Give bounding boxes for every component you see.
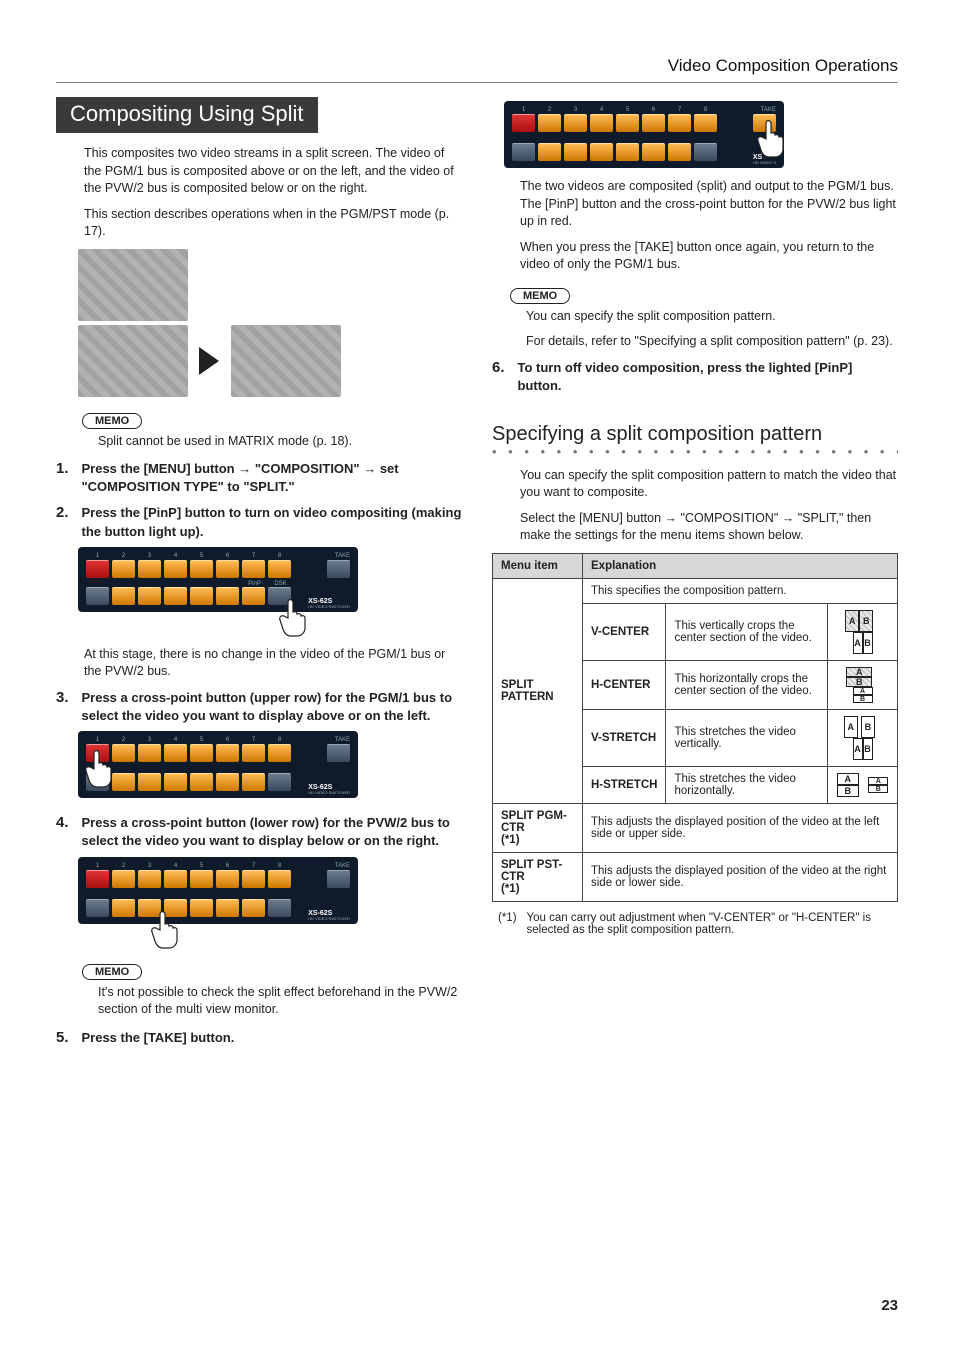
hand-pointer-icon <box>274 598 310 638</box>
switcher-figure-step3: 12345678TAKE XS-62SHD VIDEO SWITCHER <box>78 731 358 798</box>
after-take-1: The two videos are composited (split) an… <box>520 178 898 231</box>
step-4-text: Press a cross-point button (lower row) f… <box>81 814 461 850</box>
intro-para-1: This composites two video streams in a s… <box>84 145 462 198</box>
switcher-figure-step4: 12345678TAKE XS-62SHD VIDEO SWITCHER <box>78 857 358 924</box>
memo-text-3b: For details, refer to "Specifying a spli… <box>526 333 898 351</box>
h2-specifying-pattern: Specifying a split composition pattern <box>492 423 898 446</box>
split-example-figure <box>78 249 462 397</box>
th-menu-item: Menu item <box>493 553 583 578</box>
cell-hstretch-desc: This stretches the video horizontally. <box>666 766 828 803</box>
dotted-rule: • • • • • • • • • • • • • • • • • • • • … <box>492 444 898 459</box>
step-6-text: To turn off video composition, press the… <box>517 359 897 395</box>
step-number: 4. <box>56 814 78 831</box>
cell-pgm-desc: This adjusts the displayed position of t… <box>583 803 898 852</box>
vcenter-icon: AB AB <box>828 603 898 660</box>
spec-intro-1: You can specify the split composition pa… <box>520 467 898 502</box>
cell-pst-desc: This adjusts the displayed position of t… <box>583 852 898 901</box>
step-number: 6. <box>492 359 514 376</box>
step-2-text: Press the [PinP] button to turn on video… <box>81 504 461 540</box>
row-split-pst-ctr: SPLIT PST-CTR (*1) <box>493 852 583 901</box>
memo-badge: MEMO <box>82 413 142 429</box>
step-number: 2. <box>56 504 78 521</box>
step-3-text: Press a cross-point button (upper row) f… <box>81 689 461 725</box>
hand-pointer-icon <box>80 749 116 789</box>
cell-hstretch: H-STRETCH <box>583 766 666 803</box>
page-number: 23 <box>881 1297 898 1314</box>
memo-text-2: It's not possible to check the split eff… <box>56 984 462 1019</box>
row-split-pattern: SPLIT PATTERN <box>493 578 583 803</box>
step-5-text: Press the [TAKE] button. <box>81 1029 461 1047</box>
cell-vcenter: V-CENTER <box>583 603 666 660</box>
step-number: 1. <box>56 460 78 477</box>
spec-intro-2: Select the [MENU] button → "COMPOSITION"… <box>520 510 898 545</box>
cell-hcenter-desc: This horizontally crops the center secti… <box>666 660 828 709</box>
section-header: Video Composition Operations <box>56 56 898 83</box>
memo-text-1: Split cannot be used in MATRIX mode (p. … <box>56 433 462 451</box>
switcher-figure-step2: 12345678TAKE PinP DSK XS-62SHD VIDEO SWI… <box>78 547 358 612</box>
footnote: (*1) You can carry out adjustment when "… <box>492 912 898 936</box>
th-explanation: Explanation <box>583 553 898 578</box>
row-split-pgm-ctr: SPLIT PGM-CTR (*1) <box>493 803 583 852</box>
footnote-ref: (*1) <box>498 912 517 936</box>
hstretch-icon: A B A B <box>828 766 898 803</box>
footnote-text: You can carry out adjustment when "V-CEN… <box>527 912 898 936</box>
hcenter-icon: A B A B <box>828 660 898 709</box>
cell-vcenter-desc: This vertically crops the center section… <box>666 603 828 660</box>
step-number: 3. <box>56 689 78 706</box>
cell-hcenter: H-CENTER <box>583 660 666 709</box>
spec-comp-pattern-text: This specifies the composition pattern. <box>583 578 898 603</box>
memo-badge: MEMO <box>510 288 570 304</box>
h1-compositing-split: Compositing Using Split <box>56 97 318 133</box>
device-model-label: XS-62SHD VIDEO SWITCHER <box>308 598 350 609</box>
cell-vstretch-desc: This stretches the video vertically. <box>666 709 828 766</box>
vstretch-icon: A B AB <box>828 709 898 766</box>
hand-pointer-icon <box>146 910 182 950</box>
split-pattern-table: Menu item Explanation SPLIT PATTERN This… <box>492 553 898 902</box>
step-1-text: Press the [MENU] button → "COMPOSITION" … <box>81 460 461 496</box>
cell-vstretch: V-STRETCH <box>583 709 666 766</box>
after-take-2: When you press the [TAKE] button once ag… <box>520 239 898 274</box>
switcher-figure-step5: 12345678TAKE XSHD VIDEO S <box>504 101 784 168</box>
arrow-right-icon <box>199 347 219 375</box>
memo-text-3a: You can specify the split composition pa… <box>526 308 898 326</box>
step2-followup: At this stage, there is no change in the… <box>56 646 462 681</box>
step-number: 5. <box>56 1029 78 1046</box>
intro-para-2: This section describes operations when i… <box>84 206 462 241</box>
memo-badge: MEMO <box>82 964 142 980</box>
hand-pointer-icon <box>752 119 788 159</box>
